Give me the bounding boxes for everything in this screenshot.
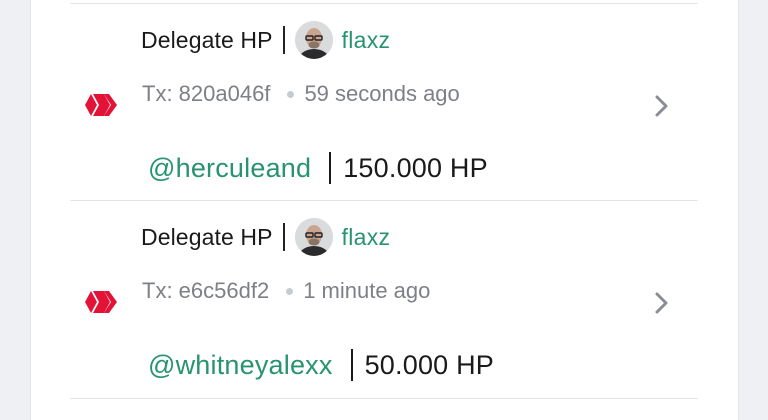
author-link[interactable]: flaxz <box>342 27 391 54</box>
separator <box>350 349 353 381</box>
transaction-row[interactable]: Delegate HP flaxz Tx: e6c56df2 1 minute … <box>0 202 768 398</box>
chevron-right-icon[interactable] <box>652 93 672 119</box>
dot-separator <box>286 287 294 295</box>
delegation-amount: 50.000 HP <box>364 349 494 380</box>
delegation-amount: 150.000 HP <box>343 152 488 183</box>
avatar[interactable] <box>294 21 333 59</box>
hive-logo-icon <box>84 89 118 121</box>
delegatee-link[interactable]: @herculeand <box>148 153 311 184</box>
author-link[interactable]: flaxz <box>342 224 391 251</box>
transaction-row[interactable]: Delegate HP flaxz Tx: 820a046f 59 second… <box>0 5 768 201</box>
hive-logo-icon <box>84 286 118 318</box>
divider <box>70 3 698 4</box>
timestamp: 59 seconds ago <box>304 81 460 106</box>
delegation-details: @whitneyalexx 50.000 HP <box>148 343 494 387</box>
timestamp: 1 minute ago <box>303 278 431 303</box>
operation-type: Delegate HP <box>141 223 273 250</box>
operation-type: Delegate HP <box>141 26 273 53</box>
chevron-right-icon[interactable] <box>652 290 672 316</box>
divider <box>70 398 698 399</box>
transaction-header: Delegate HP flaxz <box>141 217 390 257</box>
separator <box>329 152 332 184</box>
transaction-header: Delegate HP flaxz <box>141 20 390 60</box>
separator <box>282 26 285 54</box>
tx-id[interactable]: Tx: 820a046f <box>142 81 270 107</box>
delegatee-link[interactable]: @whitneyalexx <box>148 350 333 381</box>
dot-separator <box>287 90 295 98</box>
separator <box>282 223 285 251</box>
divider <box>70 200 698 201</box>
tx-id[interactable]: Tx: e6c56df2 <box>142 278 269 304</box>
delegation-details: @herculeand 150.000 HP <box>148 146 488 190</box>
avatar[interactable] <box>294 218 333 256</box>
transaction-meta: Tx: e6c56df2 1 minute ago <box>142 274 430 308</box>
transaction-meta: Tx: 820a046f 59 seconds ago <box>142 77 460 111</box>
